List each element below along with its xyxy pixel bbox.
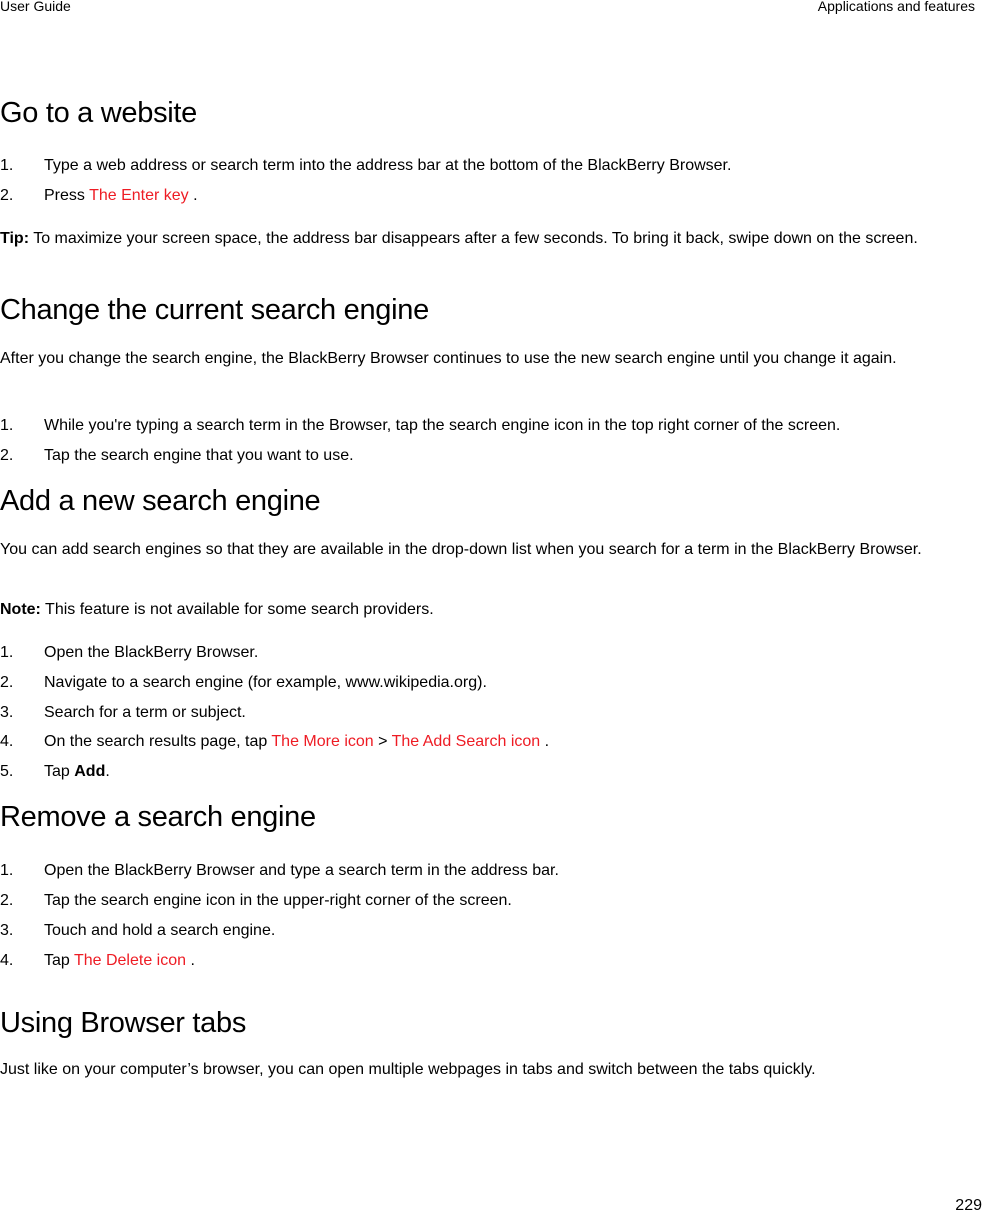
list-item: 4. Tap The Delete icon . <box>0 952 195 969</box>
heading-add-search-engine: Add a new search engine <box>0 485 321 517</box>
list-item: 1. Type a web address or search term into… <box>0 157 732 174</box>
tip-paragraph: Tip: To maximize your screen space, the … <box>0 230 918 247</box>
heading-browser-tabs: Using Browser tabs <box>0 1007 247 1039</box>
enter-key-icon: The Enter key <box>89 187 189 204</box>
list-item: 2. Press The Enter key . <box>0 187 198 204</box>
header-doc-title: User Guide <box>0 0 71 14</box>
list-item: 2. Tap the search engine that you want to… <box>0 447 354 464</box>
header-chapter-title: Applications and features <box>817 0 975 14</box>
heading-change-search-engine: Change the current search engine <box>0 294 429 326</box>
list-item: 1. While you're typing a search term in t… <box>0 417 841 434</box>
heading-remove-search-engine: Remove a search engine <box>0 801 316 833</box>
add-search-icon: The Add Search icon <box>391 733 541 750</box>
intro-paragraph: Just like on your computer’s browser, yo… <box>0 1061 816 1078</box>
intro-paragraph: You can add search engines so that they … <box>0 541 922 558</box>
heading-go-to-website: Go to a website <box>0 97 197 129</box>
intro-paragraph: After you change the search engine, the … <box>0 350 897 367</box>
list-item: 5. Tap Add. <box>0 763 110 780</box>
note-paragraph: Note: This feature is not available for … <box>0 601 434 618</box>
list-item: 3. Search for a term or subject. <box>0 704 246 721</box>
list-item: 1. Open the BlackBerry Browser and type a… <box>0 862 559 879</box>
page-number: 229 <box>955 1197 982 1214</box>
list-item: 1. Open the BlackBerry Browser. <box>0 644 259 661</box>
more-icon: The More icon <box>271 733 374 750</box>
delete-icon: The Delete icon <box>73 952 187 969</box>
list-item: 2. Navigate to a search engine (for examp… <box>0 674 487 691</box>
list-item: 3. Touch and hold a search engine. <box>0 922 276 939</box>
list-item: 2. Tap the search engine icon in the uppe… <box>0 892 512 909</box>
list-item: 4. On the search results page, tap The Mo… <box>0 733 550 750</box>
